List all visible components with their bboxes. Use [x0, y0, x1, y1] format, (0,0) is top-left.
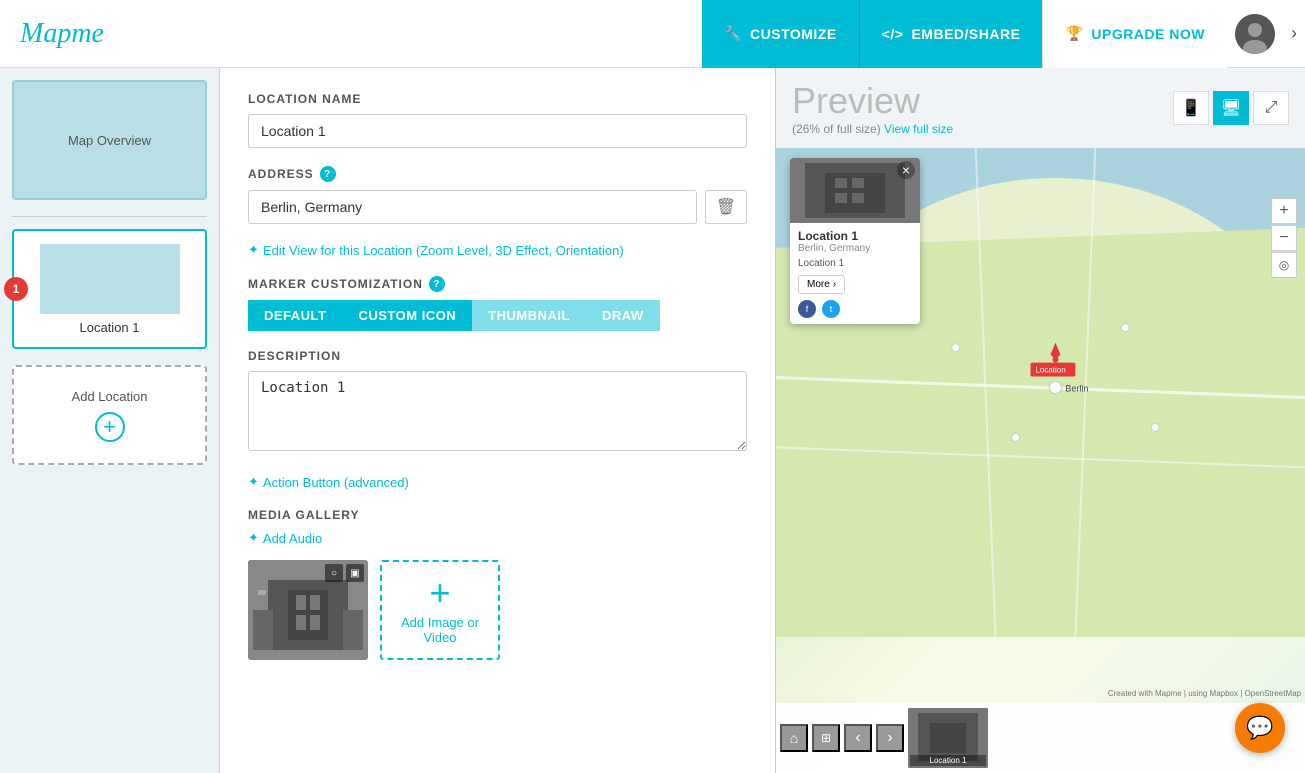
add-location-icon: +	[95, 412, 125, 442]
image-icon: ▣	[346, 564, 364, 582]
desktop-view-button[interactable]: 🖥	[1213, 91, 1249, 125]
location-item[interactable]: 1 Location 1	[12, 229, 207, 349]
olympic-rings-icon: ○	[325, 564, 343, 582]
preview-header: Preview (26% of full size) View full siz…	[776, 68, 1305, 148]
media-gallery: ○ ▣ + Add Image or Video	[248, 560, 747, 660]
zoom-in-button[interactable]: +	[1271, 198, 1297, 224]
twitter-share-icon[interactable]: t	[822, 300, 840, 318]
mapme-credit: Created with Mapme | using Mapbox | Open…	[1108, 689, 1301, 698]
facebook-share-icon[interactable]: f	[798, 300, 816, 318]
arrow-icon: ›	[833, 279, 836, 290]
location-number-badge: 1	[4, 277, 28, 301]
popup-more-button[interactable]: More ›	[798, 275, 845, 294]
add-media-label: Add Image or Video	[401, 615, 479, 645]
thumbnail-strip: ⌂ ⊞ ‹ › Location 1	[776, 703, 1305, 773]
marker-tabs: DEFAULT CUSTOM ICON THUMBNAIL DRAW	[248, 300, 747, 331]
avatar[interactable]	[1235, 14, 1275, 54]
sidebar: Map Overview 1 Location 1 Add Location +	[0, 68, 220, 773]
address-input[interactable]	[248, 190, 697, 224]
thumbnail-strip-image[interactable]: Location 1	[908, 708, 988, 768]
add-location-item[interactable]: Add Location +	[12, 365, 207, 465]
popup-close-button[interactable]: ×	[897, 161, 915, 179]
media-thumbnail-1[interactable]: ○ ▣	[248, 560, 368, 660]
marker-help-icon[interactable]: ?	[429, 276, 445, 292]
thumb-layers-button[interactable]: ⊞	[812, 724, 840, 752]
location-form: LOCATION NAME ADDRESS ? 🗑 ✦ Edit View fo…	[220, 68, 775, 773]
marker-tab-thumbnail[interactable]: THUMBNAIL	[472, 300, 586, 331]
header: Mapme 🔧 CUSTOMIZE </> EMBED/SHARE 🏆 UPGR…	[0, 0, 1305, 68]
view-full-size-link[interactable]: View full size	[884, 122, 953, 136]
marker-customization-label: MARKER CUSTOMIZATION ?	[248, 276, 747, 292]
popup-address: Berlin, Germany	[798, 243, 912, 254]
chat-button[interactable]: 💬	[1235, 703, 1285, 753]
svg-text:Location: Location	[1036, 366, 1066, 375]
plus-icon: +	[429, 575, 450, 611]
code-icon: </>	[882, 26, 904, 42]
chat-icon: 💬	[1246, 715, 1273, 741]
add-location-label: Add Location	[72, 389, 148, 404]
marker-tab-default[interactable]: DEFAULT	[248, 300, 342, 331]
description-textarea[interactable]: Location 1	[248, 371, 747, 451]
zoom-out-button[interactable]: −	[1271, 225, 1297, 251]
popup-image: ×	[790, 158, 920, 223]
address-label: ADDRESS ?	[248, 166, 747, 182]
embed-share-button[interactable]: </> EMBED/SHARE	[859, 0, 1043, 68]
location-name-input[interactable]	[248, 114, 747, 148]
compass-button[interactable]: ◎	[1271, 252, 1297, 278]
thumb-home-button[interactable]: ⌂	[780, 724, 808, 752]
add-media-button[interactable]: + Add Image or Video	[380, 560, 500, 660]
map-background: Berlin Location	[776, 148, 1305, 773]
edit-view-link[interactable]: ✦ Edit View for this Location (Zoom Leve…	[248, 242, 747, 258]
upgrade-button[interactable]: 🏆 UPGRADE NOW	[1042, 0, 1227, 68]
description-label: DESCRIPTION	[248, 349, 747, 363]
trash-icon: 🗑	[716, 199, 736, 216]
popup-description: Location 1	[798, 258, 912, 269]
logo: Mapme	[0, 18, 702, 50]
thumbnail-label: Location 1	[910, 755, 986, 766]
fullscreen-view-button[interactable]: ⤢	[1253, 91, 1289, 125]
popup-social-share: f t	[798, 300, 912, 318]
address-row: 🗑	[248, 190, 747, 224]
main-layout: Map Overview 1 Location 1 Add Location +…	[0, 68, 1305, 773]
media-overlay-icons: ○ ▣	[325, 564, 364, 582]
marker-tab-custom-icon[interactable]: CUSTOM ICON	[342, 300, 472, 331]
thumb-prev-button[interactable]: ‹	[844, 724, 872, 752]
action-button-link[interactable]: ✦ Action Button (advanced)	[248, 474, 747, 490]
map-popup: × Location 1 Berlin, Germany Location 1 …	[790, 158, 920, 324]
popup-title: Location 1	[798, 229, 912, 243]
view-toggle: 📱 🖥 ⤢	[1173, 91, 1289, 125]
add-audio-link[interactable]: ✦ Add Audio	[248, 530, 747, 546]
map-controls: + − ◎	[1271, 198, 1297, 278]
wrench-icon: 🔧	[724, 25, 742, 42]
media-gallery-label: MEDIA GALLERY	[248, 508, 747, 522]
mobile-view-button[interactable]: 📱	[1173, 91, 1209, 125]
thumb-next-button[interactable]: ›	[876, 724, 904, 752]
account-chevron-icon[interactable]: ›	[1283, 23, 1305, 44]
marker-tab-draw[interactable]: DRAW	[586, 300, 660, 331]
sidebar-divider	[12, 216, 207, 217]
address-help-icon[interactable]: ?	[320, 166, 336, 182]
customize-button[interactable]: 🔧 CUSTOMIZE	[702, 0, 859, 68]
location-thumbnail	[40, 244, 180, 314]
map-overview-item[interactable]: Map Overview	[12, 80, 207, 200]
popup-body: Location 1 Berlin, Germany Location 1 Mo…	[790, 223, 920, 324]
svg-text:Berlin: Berlin	[1065, 384, 1088, 394]
map-container[interactable]: Berlin Location	[776, 148, 1305, 773]
location-name-label: LOCATION NAME	[248, 92, 747, 106]
clear-address-button[interactable]: 🗑	[705, 190, 747, 224]
preview-subtitle: (26% of full size) View full size	[792, 122, 953, 136]
trophy-icon: 🏆	[1065, 25, 1083, 42]
preview-title: Preview	[792, 80, 920, 121]
preview-panel: Preview (26% of full size) View full siz…	[775, 68, 1305, 773]
